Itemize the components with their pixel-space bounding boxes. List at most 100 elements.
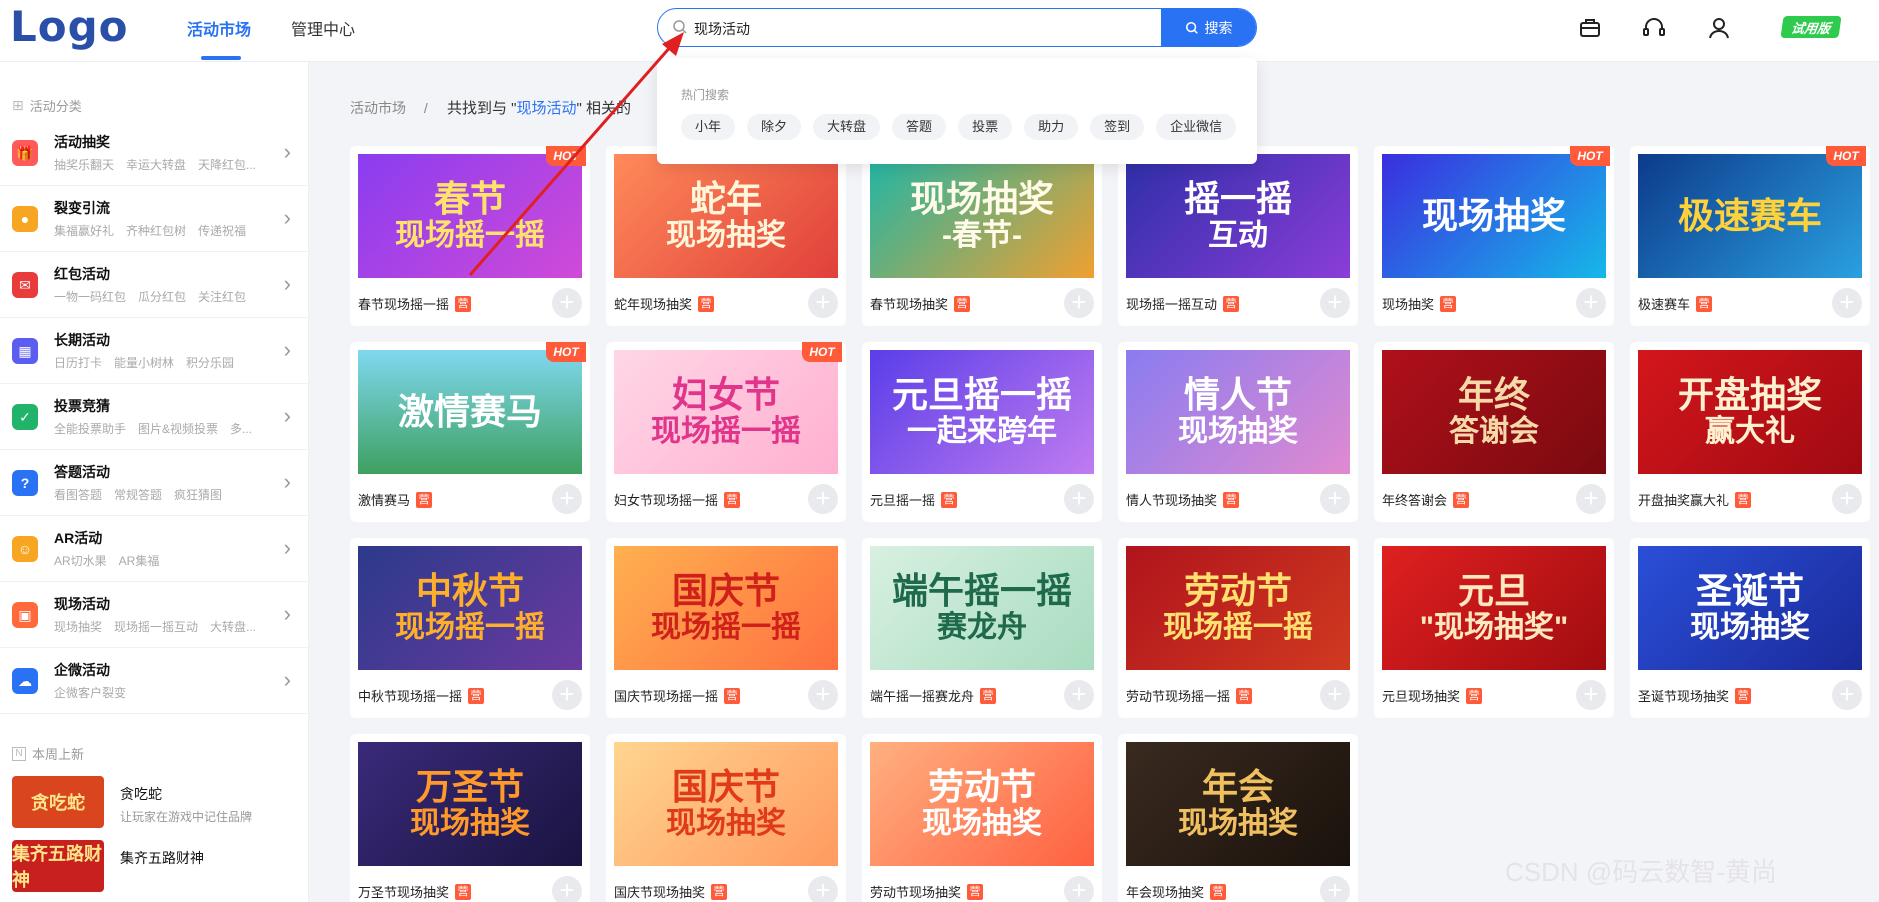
activity-thumbnail[interactable]: 年会 现场抽奖	[1126, 742, 1350, 866]
hot-search-tag[interactable]: 除夕	[747, 114, 802, 140]
activity-card[interactable]: 元旦摇一摇 一起来跨年元旦摇一摇营 +	[862, 342, 1102, 522]
activity-card[interactable]: 摇一摇 互动 现场摇一摇互动营 +	[1118, 146, 1358, 326]
activity-card[interactable]: 劳动节 现场摇一摇 劳动节现场摇一摇营 +	[1118, 538, 1358, 718]
activity-card[interactable]: 万圣节 现场抽奖 万圣节现场抽奖营 +	[350, 734, 590, 902]
activity-card[interactable]: 开盘抽奖 赢大礼 开盘抽奖赢大礼营 +	[1630, 342, 1870, 522]
activity-name: 元旦摇一摇营	[870, 490, 958, 509]
activity-thumbnail[interactable]: 情人节 现场抽奖	[1126, 350, 1350, 474]
add-icon[interactable]: +	[1064, 288, 1094, 318]
add-icon[interactable]: +	[1832, 484, 1862, 514]
hot-search-tag[interactable]: 小年	[681, 114, 736, 140]
activity-card[interactable]: 蛇年 现场抽奖 蛇年现场抽奖营 +	[606, 146, 846, 326]
activity-card[interactable]: 中秋节 现场摇一摇 中秋节现场摇一摇营 +	[350, 538, 590, 718]
activity-card[interactable]: 极速赛车 HOT 极速赛车营 +	[1630, 146, 1870, 326]
breadcrumb-root[interactable]: 活动市场	[350, 100, 406, 116]
add-icon[interactable]: +	[1064, 876, 1094, 902]
hot-search-tag[interactable]: 大转盘	[813, 114, 881, 140]
activity-thumbnail[interactable]: 国庆节 现场摇一摇	[614, 546, 838, 670]
activity-card[interactable]: 圣诞节 现场抽奖 圣诞节现场抽奖营 +	[1630, 538, 1870, 718]
hot-search-tag[interactable]: 答题	[892, 114, 947, 140]
add-icon[interactable]: +	[1576, 288, 1606, 318]
activity-thumbnail[interactable]: 中秋节 现场摇一摇	[358, 546, 582, 670]
add-icon[interactable]: +	[1320, 288, 1350, 318]
hot-search-tag[interactable]: 签到	[1090, 114, 1145, 140]
add-icon[interactable]: +	[1064, 680, 1094, 710]
activity-card[interactable]: 年终 答谢会 年终答谢会营 +	[1374, 342, 1614, 522]
sidebar-category-item[interactable]: ☁ 企微活动 企微客户裂变 ›	[0, 648, 309, 714]
sidebar-category-item[interactable]: ✓ 投票竞猜 全能投票助手 图片&视频投票 多... ›	[0, 384, 309, 450]
nav-management-center[interactable]: 管理中心	[291, 16, 355, 40]
add-icon[interactable]: +	[808, 680, 838, 710]
sidebar-category-item[interactable]: ▣ 现场活动 现场抽奖 现场摇一摇互动 大转盘... ›	[0, 582, 309, 648]
activity-card[interactable]: 劳动节 现场抽奖 劳动节现场抽奖营 +	[862, 734, 1102, 902]
add-icon[interactable]: +	[1320, 484, 1350, 514]
activity-thumbnail[interactable]: 端午摇一摇 赛龙舟	[870, 546, 1094, 670]
add-icon[interactable]: +	[552, 484, 582, 514]
activity-card[interactable]: 端午摇一摇 赛龙舟 端午摇一摇赛龙舟营 +	[862, 538, 1102, 718]
activity-thumbnail[interactable]: 极速赛车	[1638, 154, 1862, 278]
new-activity-item[interactable]: 贪吃蛇 贪吃蛇 让玩家在游戏中记住品牌	[12, 776, 302, 832]
headset-icon[interactable]	[1640, 14, 1668, 42]
toolbox-icon[interactable]	[1576, 14, 1604, 42]
add-icon[interactable]: +	[552, 288, 582, 318]
add-icon[interactable]: +	[1576, 680, 1606, 710]
activity-thumbnail[interactable]: 万圣节 现场抽奖	[358, 742, 582, 866]
add-icon[interactable]: +	[1832, 288, 1862, 318]
sidebar-category-item[interactable]: ● 裂变引流 集福赢好礼 齐种红包树 传递祝福 ›	[0, 186, 309, 252]
search-input[interactable]: 现场活动	[694, 19, 750, 39]
activity-thumbnail[interactable]: 现场抽奖	[1382, 154, 1606, 278]
add-icon[interactable]: +	[552, 876, 582, 902]
activity-thumbnail[interactable]: 劳动节 现场摇一摇	[1126, 546, 1350, 670]
search-button[interactable]: 搜索	[1161, 9, 1256, 46]
hot-search-tag[interactable]: 助力	[1024, 114, 1079, 140]
hot-search-tag[interactable]: 投票	[958, 114, 1013, 140]
activity-card[interactable]: 激情赛马 HOT 激情赛马营 +	[350, 342, 590, 522]
activity-card[interactable]: 国庆节 现场抽奖 国庆节现场抽奖营 +	[606, 734, 846, 902]
add-icon[interactable]: +	[808, 288, 838, 318]
activity-thumbnail[interactable]: 元旦摇一摇 一起来跨年	[870, 350, 1094, 474]
new-activity-item[interactable]: 集齐五路财神 集齐五路财神	[12, 840, 302, 896]
activity-card[interactable]: 情人节 现场抽奖 情人节现场抽奖营 +	[1118, 342, 1358, 522]
activity-thumbnail[interactable]: 元旦 "现场抽奖"	[1382, 546, 1606, 670]
add-icon[interactable]: +	[1832, 680, 1862, 710]
activity-thumbnail[interactable]: 蛇年 现场抽奖	[614, 154, 838, 278]
activity-thumbnail[interactable]: 国庆节 现场抽奖	[614, 742, 838, 866]
sidebar-category-item[interactable]: 🎁 活动抽奖 抽奖乐翻天 幸运大转盘 天降红包... ›	[0, 120, 309, 186]
add-icon[interactable]: +	[808, 876, 838, 902]
add-icon[interactable]: +	[808, 484, 838, 514]
search-bar[interactable]: 现场活动 搜索	[657, 8, 1257, 47]
trial-version-badge[interactable]: 试用版	[1780, 16, 1842, 38]
activity-thumbnail[interactable]: 年终 答谢会	[1382, 350, 1606, 474]
activity-thumbnail[interactable]: 春节 现场摇一摇	[358, 154, 582, 278]
add-icon[interactable]: +	[1320, 680, 1350, 710]
sidebar-category-item[interactable]: ▦ 长期活动 日历打卡 能量小树林 积分乐园 ›	[0, 318, 309, 384]
activity-card[interactable]: 妇女节 现场摇一摇 HOT 妇女节现场摇一摇营 +	[606, 342, 846, 522]
hot-search-tag[interactable]: 企业微信	[1156, 114, 1237, 140]
activity-card[interactable]: 现场抽奖 HOT 现场抽奖营 +	[1374, 146, 1614, 326]
add-icon[interactable]: +	[1320, 876, 1350, 902]
add-icon[interactable]: +	[552, 680, 582, 710]
activity-thumbnail[interactable]: 劳动节 现场抽奖	[870, 742, 1094, 866]
activity-thumbnail[interactable]: 激情赛马	[358, 350, 582, 474]
new-activity-subtitle: 让玩家在游戏中记住品牌	[120, 810, 253, 824]
category-section-title: ⊞ 活动分类	[12, 96, 82, 115]
activity-card[interactable]: 国庆节 现场摇一摇 国庆节现场摇一摇营 +	[606, 538, 846, 718]
activity-card[interactable]: 春节 现场摇一摇 HOT 春节现场摇一摇营 +	[350, 146, 590, 326]
activity-thumbnail[interactable]: 摇一摇 互动	[1126, 154, 1350, 278]
sidebar-category-item[interactable]: ☺ AR活动 AR切水果 AR集福 ›	[0, 516, 309, 582]
sidebar-category-item[interactable]: ? 答题活动 看图答题 常规答题 疯狂猜图 ›	[0, 450, 309, 516]
activity-thumbnail[interactable]: 妇女节 现场摇一摇	[614, 350, 838, 474]
activity-card[interactable]: 现场抽奖 -春节- 春节现场抽奖营 +	[862, 146, 1102, 326]
logo[interactable]: Logo	[10, 2, 129, 51]
new-activity-title: 贪吃蛇	[120, 786, 162, 802]
user-icon[interactable]	[1705, 14, 1733, 42]
activity-thumbnail[interactable]: 开盘抽奖 赢大礼	[1638, 350, 1862, 474]
activity-thumbnail[interactable]: 圣诞节 现场抽奖	[1638, 546, 1862, 670]
nav-activity-market[interactable]: 活动市场	[187, 16, 251, 40]
activity-thumbnail[interactable]: 现场抽奖 -春节-	[870, 154, 1094, 278]
add-icon[interactable]: +	[1064, 484, 1094, 514]
activity-card[interactable]: 年会 现场抽奖 年会现场抽奖营 +	[1118, 734, 1358, 902]
sidebar-category-item[interactable]: ✉ 红包活动 一物一码红包 瓜分红包 关注红包 ›	[0, 252, 309, 318]
activity-card[interactable]: 元旦 "现场抽奖" 元旦现场抽奖营 +	[1374, 538, 1614, 718]
add-icon[interactable]: +	[1576, 484, 1606, 514]
